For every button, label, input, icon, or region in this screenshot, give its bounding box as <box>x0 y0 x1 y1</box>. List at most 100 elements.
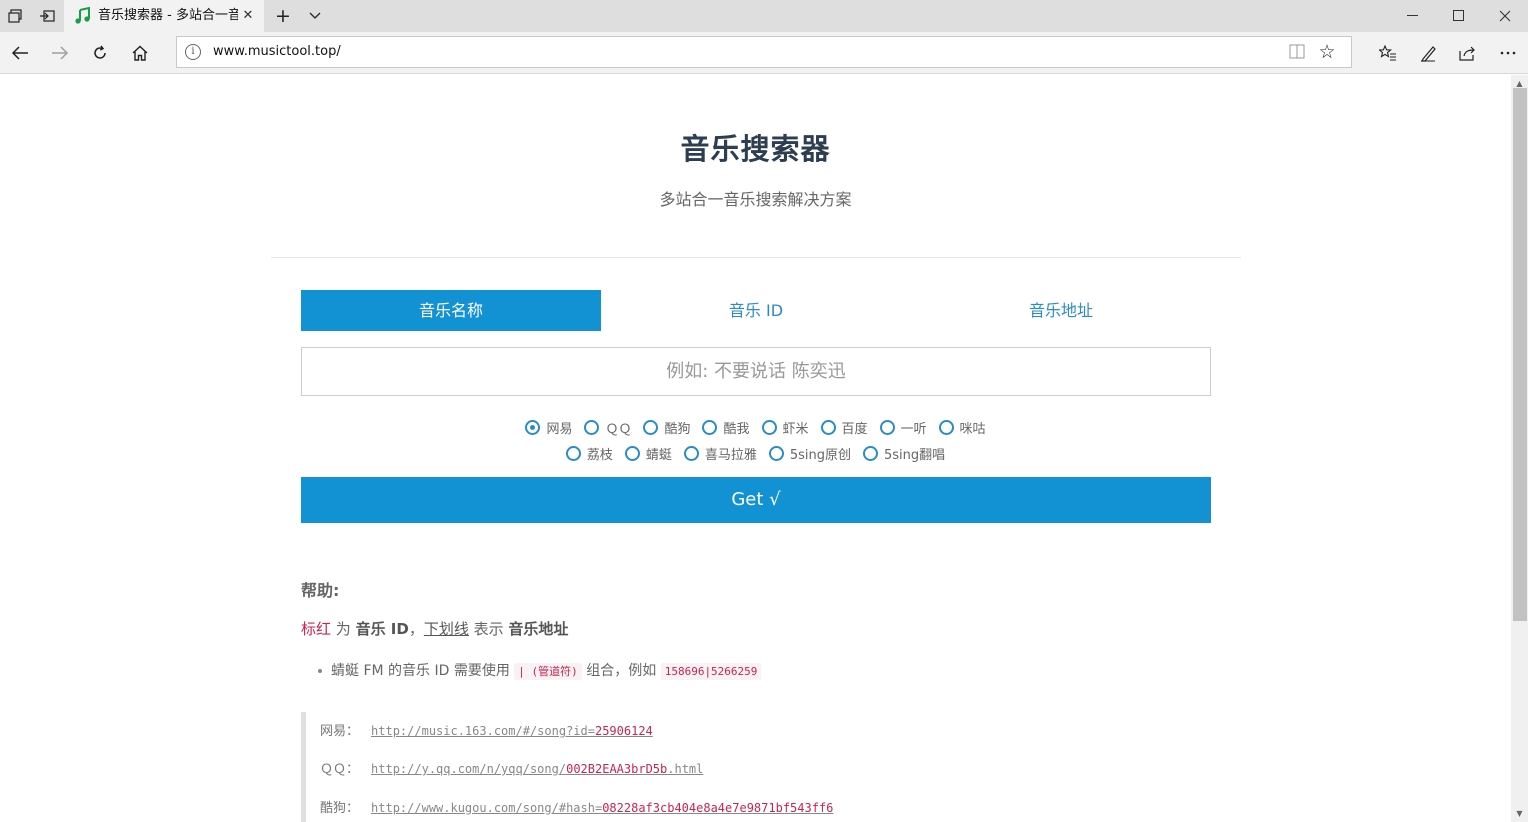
header-divider <box>271 257 1241 258</box>
radio-circle[interactable] <box>525 419 541 435</box>
source-radio-1ting[interactable]: 一听 <box>879 417 927 437</box>
url-id: 002B2EAA3brD5b <box>566 762 668 776</box>
maximize-icon[interactable] <box>1436 0 1482 32</box>
source-radio-ximalaya[interactable]: 喜马拉雅 <box>683 443 757 463</box>
radio-circle[interactable] <box>624 445 640 461</box>
favorite-star-icon[interactable]: ☆ <box>1315 40 1339 64</box>
back-arrow-icon[interactable] <box>8 41 32 65</box>
source-label: 5sing翻唱 <box>884 447 946 463</box>
url-id: 08228af3cb404e8a4e7e9871bf543ff6 <box>602 801 834 815</box>
tab-music-name[interactable]: 音乐名称 <box>301 290 601 331</box>
source-label: 百度 <box>841 421 868 437</box>
radio-circle[interactable] <box>702 419 718 435</box>
radio-circle[interactable] <box>768 445 784 461</box>
source-label: 荔枝 <box>586 447 613 463</box>
radio-circle[interactable] <box>761 419 777 435</box>
source-radio-netease[interactable]: 网易 <box>525 417 572 437</box>
web-note-pen-icon[interactable] <box>1416 41 1440 65</box>
source-radio-qingting[interactable]: 蜻蜓 <box>624 443 672 463</box>
source-radio-baidu[interactable]: 百度 <box>820 417 868 437</box>
tab-music-url[interactable]: 音乐地址 <box>911 290 1211 331</box>
more-options-icon[interactable] <box>1496 41 1520 65</box>
source-label: 网易 <box>546 421 573 437</box>
qingting-note: 蜻蜓 FM 的音乐 ID 需要使用 | (管道符) 组合，例如 158696|5… <box>318 660 762 680</box>
legend-red-marker: 标红 <box>301 620 332 638</box>
source-radio-kugou[interactable]: 酷狗 <box>643 417 690 437</box>
active-tab[interactable]: 音乐搜索器 - 多站合一音 ✕ <box>64 0 264 32</box>
note-text: 蜻蜓 FM 的音乐 ID 需要使用 <box>331 663 515 679</box>
get-button[interactable]: Get √ <box>301 477 1211 523</box>
source-radio-5sing-cover[interactable]: 5sing翻唱 <box>863 443 945 463</box>
source-label: 蜻蜓 <box>645 447 672 463</box>
refresh-icon[interactable] <box>88 41 112 65</box>
source-label: 喜马拉雅 <box>704 447 757 463</box>
example-site: 酷狗： <box>320 801 360 816</box>
example-urls-block: 网易： http://music.163.com/#/song?id=259061… <box>301 712 1211 822</box>
scroll-down-icon[interactable]: ▼ <box>1511 805 1528 822</box>
close-tab-icon[interactable]: ✕ <box>240 8 256 24</box>
tab-title: 音乐搜索器 - 多站合一音 <box>98 8 238 23</box>
source-label: 5sing原创 <box>789 447 852 463</box>
search-mode-tabs: 音乐名称 音乐 ID 音乐地址 <box>301 290 1211 331</box>
bullet-icon <box>318 669 322 673</box>
url-base: http://y.qq.com/n/yqq/song/ <box>371 762 567 776</box>
radio-circle[interactable] <box>863 445 879 461</box>
new-tab-icon[interactable]: + <box>272 6 294 26</box>
address-bar[interactable]: i www.musictool.top/ ☆ <box>176 36 1352 68</box>
source-label: 一听 <box>900 421 927 437</box>
page-title: 音乐搜索器 <box>680 132 831 166</box>
tab-stack-icon[interactable] <box>6 7 24 25</box>
vertical-scrollbar[interactable]: ▲ ▼ <box>1511 75 1528 822</box>
favorites-hub-icon[interactable] <box>1376 41 1400 65</box>
legend-underline-marker: 下划线 <box>423 620 469 638</box>
source-options-row-1: 网易 ＱＱ 酷狗 酷我 虾米 百度 一听 咪咕 <box>0 417 1511 437</box>
source-radio-lizhi[interactable]: 荔枝 <box>565 443 613 463</box>
example-line-kugou: 酷狗： http://www.kugou.com/song/#hash=08228… <box>320 797 833 816</box>
share-icon[interactable] <box>1456 41 1480 65</box>
source-radio-migu[interactable]: 咪咕 <box>938 417 986 437</box>
legend-text: 表示 <box>468 620 509 638</box>
minimize-icon[interactable] <box>1390 0 1436 32</box>
close-window-icon[interactable] <box>1482 0 1528 32</box>
help-title: 帮助: <box>301 581 340 600</box>
browser-nav-bar: i www.musictool.top/ ☆ <box>0 32 1528 74</box>
music-note-icon <box>74 6 92 25</box>
legend-music-id: 音乐 ID <box>355 620 409 638</box>
example-id-code: 158696|5266259 <box>660 663 762 680</box>
pipe-code: | (管道符) <box>514 663 582 680</box>
radio-circle[interactable] <box>938 419 954 435</box>
example-url[interactable]: http://y.qq.com/n/yqq/song/002B2EAA3brD5… <box>371 762 703 776</box>
radio-circle[interactable] <box>683 445 699 461</box>
reading-view-icon[interactable] <box>1289 44 1307 60</box>
source-label: 酷我 <box>723 421 750 437</box>
example-site: 网易： <box>320 724 360 739</box>
example-url[interactable]: http://music.163.com/#/song?id=25906124 <box>371 724 653 738</box>
url-base: http://www.kugou.com/song/#hash= <box>371 801 603 815</box>
radio-circle[interactable] <box>820 419 836 435</box>
example-line-qq: ＱＱ： http://y.qq.com/n/yqq/song/002B2EAA3b… <box>320 758 703 777</box>
search-input[interactable] <box>301 347 1211 396</box>
source-radio-qq[interactable]: ＱＱ <box>584 417 631 437</box>
address-url[interactable]: www.musictool.top/ <box>213 37 341 67</box>
chevron-down-icon[interactable] <box>304 6 326 26</box>
tab-music-id[interactable]: 音乐 ID <box>606 290 906 331</box>
source-radio-5sing-original[interactable]: 5sing原创 <box>768 443 852 463</box>
scroll-thumb[interactable] <box>1513 88 1527 621</box>
source-radio-xiami[interactable]: 虾米 <box>761 417 809 437</box>
forward-arrow-icon[interactable] <box>48 41 72 65</box>
example-line-netease: 网易： http://music.163.com/#/song?id=259061… <box>320 720 653 739</box>
source-options-row-2: 荔枝 蜻蜓 喜马拉雅 5sing原创 5sing翻唱 <box>0 443 1511 463</box>
radio-circle[interactable] <box>643 419 659 435</box>
radio-circle[interactable] <box>565 445 581 461</box>
browser-tab-bar: 音乐搜索器 - 多站合一音 ✕ + <box>0 0 1528 32</box>
set-aside-tabs-icon[interactable] <box>38 7 56 25</box>
info-icon[interactable]: i <box>185 44 201 60</box>
source-radio-kuwo[interactable]: 酷我 <box>702 417 750 437</box>
url-base: http://music.163.com/#/song?id= <box>371 724 595 738</box>
radio-circle[interactable] <box>879 419 895 435</box>
legend-text: ， <box>408 620 424 638</box>
radio-circle[interactable] <box>584 419 600 435</box>
help-legend: 标红 为 音乐 ID，下划线 表示 音乐地址 <box>301 618 568 639</box>
home-icon[interactable] <box>128 41 152 65</box>
example-url[interactable]: http://www.kugou.com/song/#hash=08228af3… <box>371 801 833 815</box>
